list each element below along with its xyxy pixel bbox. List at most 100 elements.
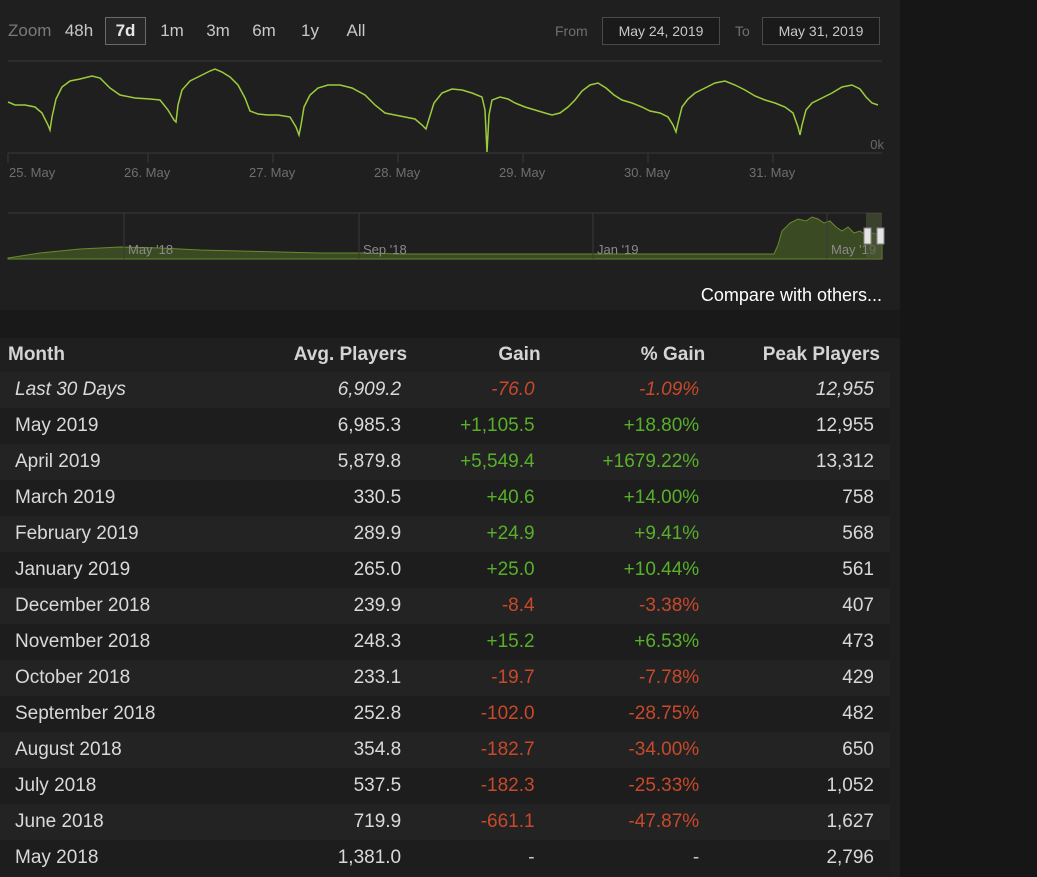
gain-cell: -19.7: [491, 667, 535, 688]
x-tick-label: 29. May: [499, 165, 546, 180]
pct-gain-cell: +18.80%: [623, 415, 700, 436]
peak-players-cell: 12,955: [815, 415, 874, 436]
pct-gain-cell: -7.78%: [639, 667, 700, 688]
month-cell: May 2019: [15, 415, 99, 436]
avg-players-cell: 719.9: [353, 811, 402, 832]
avg-players-cell: 5,879.8: [337, 451, 402, 472]
gain-cell: +24.9: [486, 523, 535, 544]
month-cell: Last 30 Days: [15, 379, 126, 400]
peak-players-cell: 561: [842, 559, 874, 580]
table-row: March 2019 330.5 +40.6 +14.00% 758: [0, 480, 890, 516]
peak-players-cell: 12,955: [815, 379, 874, 400]
gain-cell: -8.4: [501, 595, 535, 616]
page-background: [900, 0, 1037, 877]
monthly-stats-table: Month Avg. Players Gain % Gain Peak Play…: [0, 338, 890, 876]
zoom-1m-button[interactable]: 1m: [155, 18, 189, 44]
gain-cell: -182.7: [480, 739, 535, 760]
section-divider: [0, 310, 900, 338]
navigator-tick-label: May '18: [128, 242, 173, 257]
zoom-6m-button[interactable]: 6m: [246, 18, 282, 44]
table-row: December 2018 239.9 -8.4 -3.38% 407: [0, 588, 890, 624]
peak-players-cell: 482: [842, 703, 874, 724]
chart-panel: Zoom 48h 7d 1m 3m 6m 1y All From May 24,…: [0, 0, 900, 310]
month-cell: January 2019: [15, 559, 131, 580]
table-row: October 2018 233.1 -19.7 -7.78% 429: [0, 660, 890, 696]
avg-players-cell: 537.5: [353, 775, 402, 796]
y-tick-label: 0k: [870, 137, 884, 152]
compare-link[interactable]: Compare with others...: [701, 285, 882, 306]
month-cell: May 2018: [15, 847, 99, 868]
month-cell: February 2019: [15, 523, 139, 544]
pct-gain-cell: -34.00%: [628, 739, 700, 760]
header-gain[interactable]: Gain: [407, 338, 540, 372]
gain-cell: -182.3: [480, 775, 535, 796]
header-month[interactable]: Month: [0, 338, 239, 372]
avg-players-cell: 233.1: [353, 667, 402, 688]
from-date-input[interactable]: May 24, 2019: [602, 17, 720, 45]
peak-players-cell: 473: [842, 631, 874, 652]
pct-gain-cell: +14.00%: [623, 487, 700, 508]
series-line: [7, 68, 879, 153]
zoom-3m-button[interactable]: 3m: [200, 18, 236, 44]
player-count-chart: 0k 25. May 26. May 27. May 28. May 29. May 30…: [7, 60, 884, 180]
avg-players-cell: 239.9: [353, 595, 402, 616]
zoom-48h-button[interactable]: 48h: [60, 18, 98, 44]
table-row: July 2018 537.5 -182.3 -25.33% 1,052: [0, 768, 890, 804]
table-row: August 2018 354.8 -182.7 -34.00% 650: [0, 732, 890, 768]
gain-cell: +1,105.5: [460, 415, 535, 436]
peak-players-cell: 1,052: [826, 775, 874, 796]
header-avg-players[interactable]: Avg. Players: [239, 338, 407, 372]
peak-players-cell: 2,796: [826, 847, 874, 868]
peak-players-cell: 429: [842, 667, 874, 688]
gain-cell: +5,549.4: [460, 451, 535, 472]
avg-players-cell: 6,909.2: [337, 379, 402, 400]
table-row: November 2018 248.3 +15.2 +6.53% 473: [0, 624, 890, 660]
table-row: September 2018 252.8 -102.0 -28.75% 482: [0, 696, 890, 732]
header-pct-gain[interactable]: % Gain: [541, 338, 705, 372]
gain-cell: +40.6: [486, 487, 535, 508]
table-row: May 2019 6,985.3 +1,105.5 +18.80% 12,955: [0, 408, 890, 444]
navigator-chart: May '18 Sep '18 Jan '19 May '19: [7, 212, 885, 260]
month-cell: November 2018: [15, 631, 151, 652]
pct-gain-cell: -: [692, 847, 700, 868]
pct-gain-cell: +1679.22%: [602, 451, 700, 472]
navigator-right-handle[interactable]: [876, 227, 885, 245]
zoom-all-button[interactable]: All: [338, 18, 374, 44]
avg-players-cell: 6,985.3: [337, 415, 402, 436]
avg-players-cell: 289.9: [353, 523, 402, 544]
zoom-1y-button[interactable]: 1y: [295, 18, 325, 44]
x-tick-label: 28. May: [374, 165, 421, 180]
x-tick-label: 30. May: [624, 165, 671, 180]
to-date-input[interactable]: May 31, 2019: [762, 17, 880, 45]
avg-players-cell: 265.0: [353, 559, 402, 580]
pct-gain-cell: -1.09%: [639, 379, 700, 400]
x-tick-label: 27. May: [249, 165, 296, 180]
zoom-7d-button[interactable]: 7d: [105, 17, 146, 45]
month-cell: August 2018: [15, 739, 122, 760]
x-tick-label: 31. May: [749, 165, 796, 180]
peak-players-cell: 1,627: [826, 811, 874, 832]
navigator-left-handle[interactable]: [863, 227, 872, 245]
to-label: To: [735, 23, 750, 39]
peak-players-cell: 650: [842, 739, 874, 760]
pct-gain-cell: +6.53%: [634, 631, 700, 652]
header-peak-players[interactable]: Peak Players: [705, 338, 890, 372]
month-cell: March 2019: [15, 487, 116, 508]
pct-gain-cell: -3.38%: [639, 595, 700, 616]
gain-cell: -102.0: [480, 703, 535, 724]
navigator-tick-label: Sep '18: [363, 242, 407, 257]
zoom-label: Zoom: [8, 21, 52, 40]
peak-players-cell: 758: [842, 487, 874, 508]
x-tick-label: 25. May: [9, 165, 56, 180]
pct-gain-cell: +9.41%: [634, 523, 700, 544]
peak-players-cell: 407: [842, 595, 874, 616]
peak-players-cell: 13,312: [815, 451, 874, 472]
pct-gain-cell: -47.87%: [628, 811, 700, 832]
month-cell: July 2018: [15, 775, 97, 796]
peak-players-cell: 568: [842, 523, 874, 544]
pct-gain-cell: -25.33%: [628, 775, 700, 796]
table-row: Last 30 Days 6,909.2 -76.0 -1.09% 12,955: [0, 372, 890, 408]
gain-cell: -76.0: [491, 379, 535, 400]
month-cell: September 2018: [15, 703, 156, 724]
navigator-tick-label: Jan '19: [597, 242, 639, 257]
